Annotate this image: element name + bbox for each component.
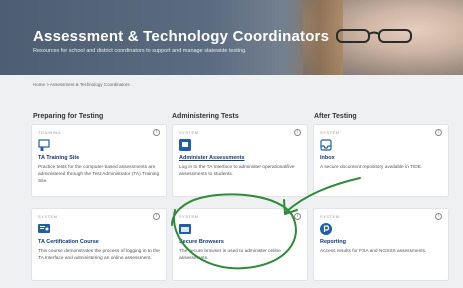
card-title[interactable]: TA Certification Course xyxy=(38,239,99,245)
card-ta-certification-course[interactable]: SYSTEM i TA Certification Course This co… xyxy=(31,208,167,281)
card-description: This course demonstrates the process of … xyxy=(38,249,160,261)
card-tag: SYSTEM xyxy=(38,214,58,219)
card-tag: SYSTEM xyxy=(320,214,340,219)
card-description: The secure browser is used to administer… xyxy=(179,249,281,261)
card-description: Practice tests for the computer-based as… xyxy=(38,165,160,184)
info-icon[interactable]: i xyxy=(294,213,301,220)
browser-icon xyxy=(179,224,191,234)
person-screen-icon xyxy=(38,139,50,151)
certificate-icon xyxy=(38,224,50,233)
screen-icon xyxy=(179,139,191,151)
inbox-icon xyxy=(320,139,332,151)
reporting-icon xyxy=(320,223,332,235)
card-title[interactable]: Inbox xyxy=(320,155,335,161)
info-icon[interactable]: i xyxy=(435,129,442,136)
info-icon[interactable]: i xyxy=(153,213,160,220)
card-inbox[interactable]: SYSTEM i Inbox A secure document reposit… xyxy=(313,124,449,197)
info-icon[interactable]: i xyxy=(294,129,301,136)
card-description: A secure document repository available i… xyxy=(320,165,423,170)
card-administer-assessments[interactable]: SYSTEM i Administer Assessments Log in t… xyxy=(172,124,308,197)
card-secure-browsers[interactable]: SYSTEM i Secure Browsers The secure brow… xyxy=(172,208,308,281)
card-tag: SYSTEM xyxy=(320,130,340,135)
info-icon[interactable]: i xyxy=(435,213,442,220)
column-title-administering: Administering Tests xyxy=(172,113,239,120)
breadcrumb[interactable]: Home > Assessment & Technology Coordinat… xyxy=(33,82,130,87)
column-title-preparing: Preparing for Testing xyxy=(33,113,104,120)
page-title: Assessment & Technology Coordinators xyxy=(33,28,330,45)
card-tag: SYSTEM xyxy=(179,214,199,219)
card-title[interactable]: Administer Assessments xyxy=(179,155,245,161)
card-description: Log in to the TA Interface to administer… xyxy=(179,165,295,177)
card-description: Access results for FSA and NGSSS assessm… xyxy=(320,249,427,254)
card-tag: TRAINING xyxy=(38,130,62,135)
glasses-graphic xyxy=(336,29,412,43)
column-title-after: After Testing xyxy=(314,113,357,120)
card-title[interactable]: Secure Browsers xyxy=(179,239,224,245)
page-header-banner: Assessment & Technology Coordinators Res… xyxy=(0,0,463,75)
card-tag: SYSTEM xyxy=(179,130,199,135)
card-title[interactable]: TA Training Site xyxy=(38,155,79,161)
info-icon[interactable]: i xyxy=(153,129,160,136)
page-subtitle: Resources for school and district coordi… xyxy=(33,48,247,54)
card-ta-training-site[interactable]: TRAINING i TA Training Site Practice tes… xyxy=(31,124,167,197)
card-title[interactable]: Reporting xyxy=(320,239,346,245)
card-reporting[interactable]: SYSTEM i Reporting Access results for FS… xyxy=(313,208,449,281)
